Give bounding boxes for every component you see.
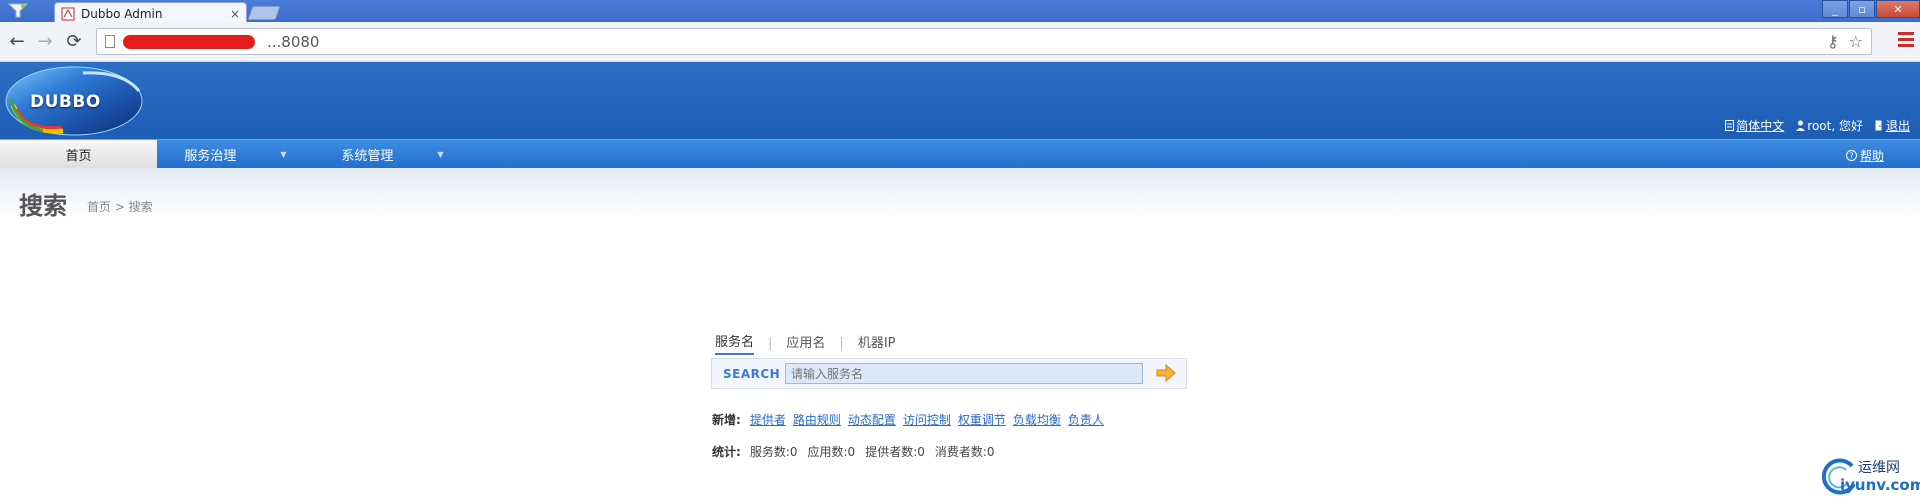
add-new-row: 新增: 提供者 路由规则 动态配置 访问控制 权重调节 负载均衡 负责人 xyxy=(712,411,1111,428)
menu-item-system-management-label: 系统管理 xyxy=(341,149,394,164)
svg-text:?: ? xyxy=(1849,152,1853,161)
minimize-button[interactable]: _ xyxy=(1822,0,1848,18)
stat-providers: 提供者数:0 xyxy=(865,445,925,459)
key-icon[interactable]: ⚷ xyxy=(1827,32,1839,51)
page-title: 搜索 xyxy=(19,192,67,220)
search-type-tabs: 服务名 | 应用名 | 机器IP xyxy=(715,331,896,355)
stat-applications: 应用数:0 xyxy=(807,445,856,459)
address-bar-icons: ⚷ ☆ xyxy=(1827,32,1863,51)
header-user-links: 简体中文 root, 您好 退出 xyxy=(1725,117,1910,134)
menu-item-service-governance[interactable]: 服务治理 ▼ xyxy=(157,140,314,169)
menu-item-home[interactable]: 首页 xyxy=(0,140,157,169)
menu-item-system-management[interactable]: 系统管理 ▼ xyxy=(314,140,471,169)
help-circle-icon: ? xyxy=(1845,150,1857,161)
breadcrumb: 首页 > 搜索 xyxy=(87,200,153,214)
language-link[interactable]: 简体中文 xyxy=(1725,117,1784,134)
browser-menu-icon[interactable] xyxy=(1898,32,1914,48)
search-submit-arrow-icon[interactable] xyxy=(1156,364,1176,382)
browser-toolbar: ← → ⟳ ...8080 ⚷ ☆ xyxy=(0,22,1920,62)
close-window-button[interactable]: ✕ xyxy=(1876,0,1920,18)
statistics-row: 统计: 服务数:0 应用数:0 提供者数:0 消费者数:0 xyxy=(712,443,1005,460)
site-header: DUBBO 简体中文 root, 您好 退出 xyxy=(0,62,1920,139)
tab-machine-ip[interactable]: 机器IP xyxy=(858,332,896,354)
watermark-cn-text: 运维网 xyxy=(1858,460,1900,476)
tab-separator: | xyxy=(839,335,844,351)
add-new-label: 新增: xyxy=(712,413,741,427)
url-text: ...8080 xyxy=(123,33,319,51)
search-box: SEARCH xyxy=(711,358,1187,389)
reload-icon[interactable]: ⟳ xyxy=(63,30,85,52)
tab-close-icon[interactable]: × xyxy=(230,7,240,21)
user-icon xyxy=(1796,120,1806,131)
window-controls: _ ▫ ✕ xyxy=(1821,0,1920,18)
star-bookmark-icon[interactable]: ☆ xyxy=(1849,32,1863,51)
main-menu: 首页 服务治理 ▼ 系统管理 ▼ ? 帮助 xyxy=(0,139,1920,169)
tab-application-name[interactable]: 应用名 xyxy=(786,332,825,354)
browser-titlebar: Dubbo Admin × _ ▫ ✕ xyxy=(0,0,1920,24)
maximize-button[interactable]: ▫ xyxy=(1849,0,1875,18)
new-tab-button[interactable] xyxy=(247,6,281,20)
stat-services: 服务数:0 xyxy=(749,445,798,459)
page-heading-area: 搜索 首页 > 搜索 xyxy=(0,168,1920,220)
site-watermark: 运维网 iyunv.com xyxy=(1818,456,1920,496)
watermark-domain-text: iyunv.com xyxy=(1840,476,1920,494)
tab-service-name[interactable]: 服务名 xyxy=(715,331,755,355)
user-greeting-label: root, 您好 xyxy=(1807,119,1863,133)
help-label: 帮助 xyxy=(1859,149,1884,163)
browser-app-icon[interactable] xyxy=(6,2,30,20)
dubbo-favicon-icon xyxy=(61,7,75,20)
logout-label: 退出 xyxy=(1885,119,1910,133)
document-icon xyxy=(1725,120,1735,131)
tab-separator: | xyxy=(768,335,773,351)
stat-consumers: 消费者数:0 xyxy=(934,445,995,459)
add-access-control-link[interactable]: 访问控制 xyxy=(903,411,951,428)
back-arrow-icon[interactable]: ← xyxy=(6,30,28,52)
language-label: 简体中文 xyxy=(1736,119,1785,133)
user-greeting: root, 您好 xyxy=(1796,117,1863,134)
browser-tab-dubbo-admin[interactable]: Dubbo Admin × xyxy=(54,2,247,24)
add-dynamic-config-link[interactable]: 动态配置 xyxy=(848,411,896,428)
tab-title: Dubbo Admin xyxy=(81,6,163,21)
forward-arrow-icon[interactable]: → xyxy=(34,30,56,52)
statistics-label: 统计: xyxy=(712,445,741,459)
menu-item-home-label: 首页 xyxy=(65,149,92,164)
dropdown-caret-icon: ▼ xyxy=(437,150,444,159)
logo-text: DUBBO xyxy=(30,92,101,112)
url-redaction xyxy=(123,34,255,49)
search-label: SEARCH xyxy=(723,367,781,381)
help-link[interactable]: ? 帮助 xyxy=(1845,147,1884,164)
add-provider-link[interactable]: 提供者 xyxy=(750,411,786,428)
dropdown-caret-icon: ▼ xyxy=(280,150,287,159)
page-icon xyxy=(105,35,115,48)
add-load-balance-link[interactable]: 负载均衡 xyxy=(1013,411,1061,428)
search-input[interactable] xyxy=(785,363,1143,384)
add-route-rule-link[interactable]: 路由规则 xyxy=(793,411,841,428)
add-owner-link[interactable]: 负责人 xyxy=(1068,411,1104,428)
logout-link[interactable]: 退出 xyxy=(1875,117,1910,134)
add-weight-adjust-link[interactable]: 权重调节 xyxy=(958,411,1006,428)
logout-door-icon xyxy=(1875,120,1882,131)
address-bar[interactable]: ...8080 ⚷ ☆ xyxy=(96,28,1872,55)
menu-item-service-governance-label: 服务治理 xyxy=(184,149,237,164)
